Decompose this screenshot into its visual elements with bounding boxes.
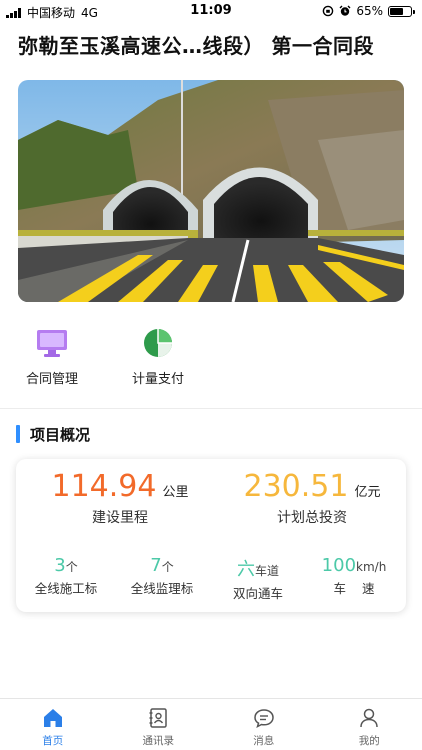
tab-home[interactable]: 首页 [0, 699, 106, 750]
lanes-caption: 双向通车 [232, 586, 283, 601]
tab-profile[interactable]: 我的 [317, 699, 422, 750]
home-icon [43, 709, 62, 727]
tab-bar: 首页 通讯录 消息 我的 [0, 698, 422, 750]
construction-sections-caption: 全线施工标 [34, 581, 98, 596]
investment-stat: 230.51 亿元 计划总投资 [242, 467, 382, 527]
contract-management-label: 合同管理 [25, 372, 78, 387]
banner-image[interactable] [18, 80, 404, 302]
speed-value: 100 [321, 555, 357, 576]
tab-profile-label: 我的 [358, 735, 380, 747]
investment-unit: 亿元 [354, 485, 381, 500]
speed-caption: 车 速 [333, 581, 375, 596]
tab-messages[interactable]: 消息 [211, 699, 317, 750]
status-bar: 中国移动 4G 11:09 65% [0, 0, 422, 22]
tab-contacts[interactable]: 通讯录 [106, 699, 212, 750]
mileage-value: 114.94 [51, 469, 157, 504]
section-title: 项目概况 [30, 425, 91, 444]
contract-management-button[interactable]: 合同管理 [17, 326, 87, 387]
speed-unit: km/h [356, 560, 387, 574]
battery-percent: 65% [356, 4, 383, 18]
tab-messages-label: 消息 [253, 735, 275, 747]
construction-sections-value: 3 [54, 555, 66, 576]
payment-measurement-label: 计量支付 [131, 372, 184, 387]
supervision-sections-unit: 个 [161, 560, 174, 574]
supervision-sections-stat: 7个 全线监理标 [114, 555, 210, 597]
construction-sections-stat: 3个 全线施工标 [18, 555, 114, 597]
lanes-value: 六 [236, 559, 255, 580]
investment-value: 230.51 [243, 469, 349, 504]
page-title: 弥勒至玉溪高速公…线段） 第一合同段 [18, 34, 374, 58]
message-icon [253, 709, 274, 728]
section-header: 项目概况 [16, 424, 90, 444]
supervision-sections-caption: 全线监理标 [130, 581, 194, 596]
supervision-sections-value: 7 [150, 555, 162, 576]
investment-caption: 计划总投资 [277, 510, 347, 526]
speed-stat: 100km/h 车 速 [306, 555, 402, 597]
status-right: 65% [322, 4, 415, 18]
mileage-stat: 114.94 公里 建设里程 [50, 467, 190, 527]
pie-chart-icon [144, 329, 172, 357]
tab-home-label: 首页 [42, 735, 64, 747]
lanes-unit: 车道 [254, 564, 279, 578]
payment-measurement-button[interactable]: 计量支付 [123, 326, 193, 387]
lanes-stat: 六车道 双向通车 [210, 555, 306, 602]
monitor-icon [37, 330, 67, 357]
mileage-caption: 建设里程 [92, 510, 148, 526]
battery-icon [388, 5, 415, 17]
mileage-unit: 公里 [162, 485, 189, 500]
user-icon [360, 708, 378, 728]
tab-contacts-label: 通讯录 [142, 735, 175, 747]
divider [0, 408, 422, 409]
section-accent-bar [16, 425, 20, 443]
orientation-lock-icon [323, 5, 334, 17]
construction-sections-unit: 个 [65, 560, 78, 574]
tunnel-photo [18, 80, 404, 302]
contacts-icon [149, 708, 167, 728]
alarm-icon [339, 5, 351, 16]
overview-card: 114.94 公里 建设里程 230.51 亿元 计划总投资 3个 全线施工标 7个… [16, 459, 406, 612]
